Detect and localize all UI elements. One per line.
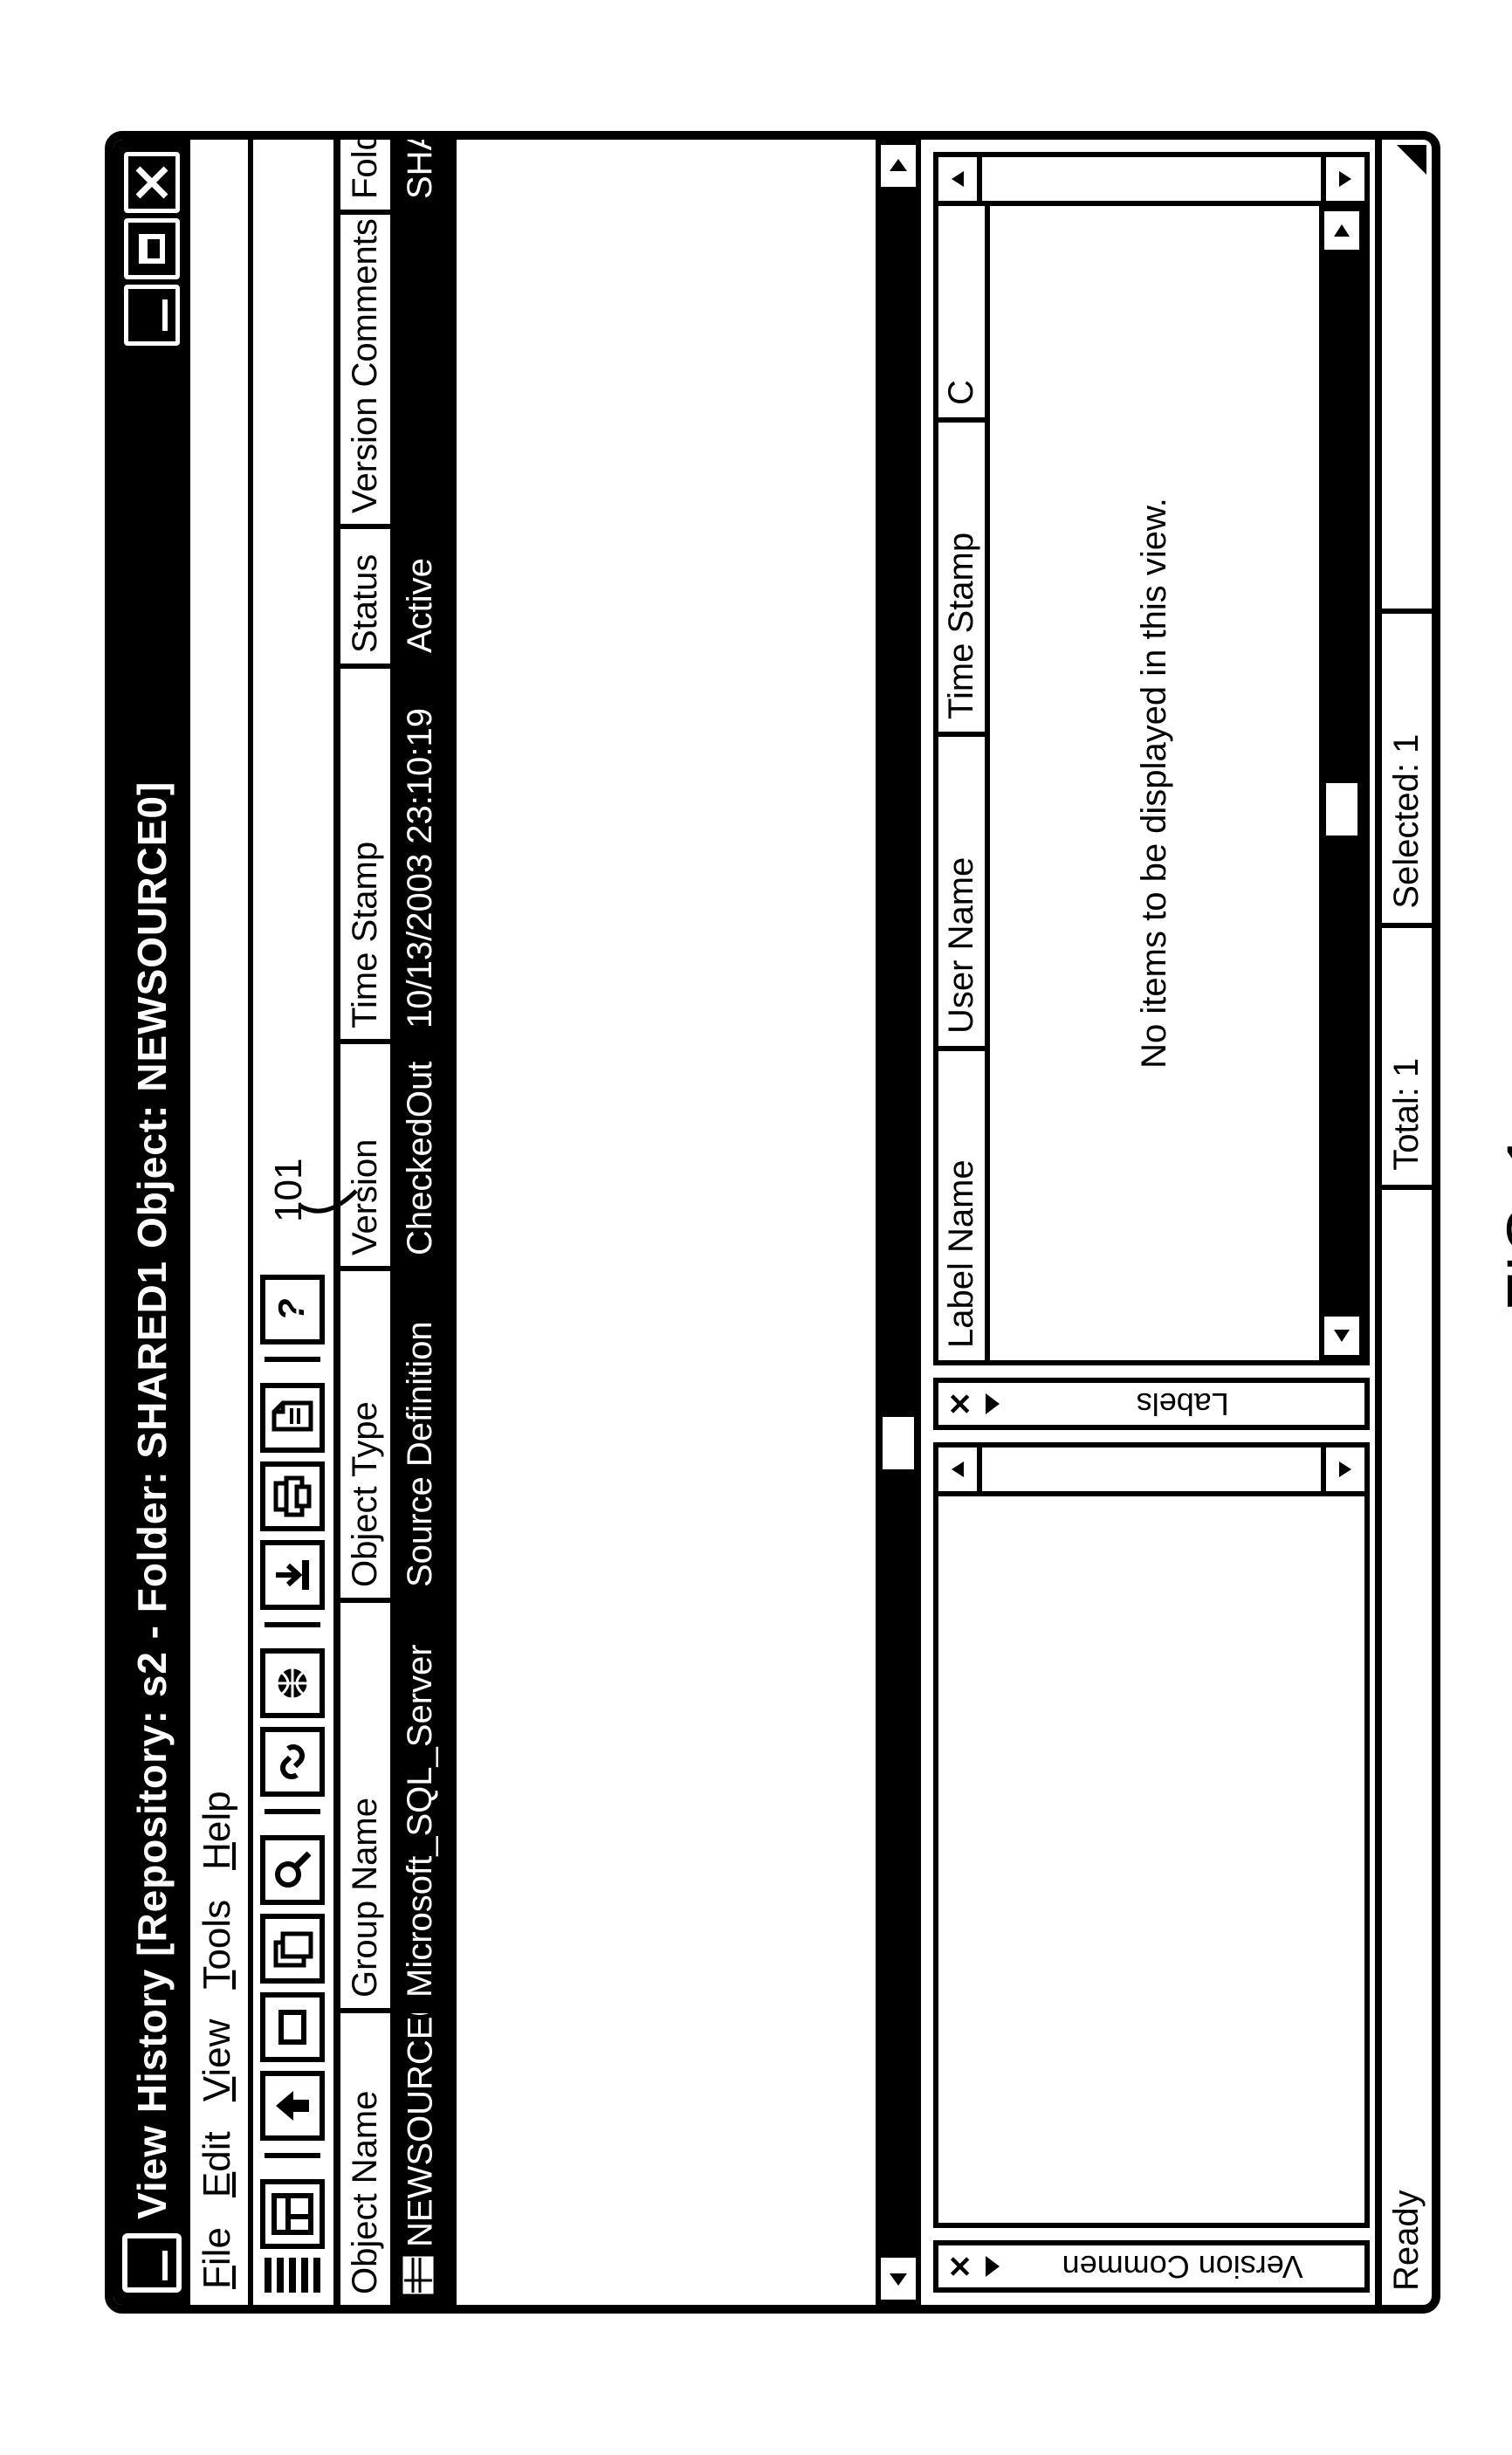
toolbar-separator	[265, 1357, 320, 1362]
toolbar-separator	[265, 1809, 320, 1814]
labels-pane: Label Name User Name Time Stamp C No ite…	[933, 152, 1370, 1365]
tab-label: Labels	[1007, 1386, 1359, 1422]
scroll-down-icon[interactable]	[1321, 157, 1364, 201]
resize-grip-icon[interactable]	[1382, 140, 1432, 192]
status-blank	[1382, 192, 1432, 609]
version-comments-pane	[933, 1442, 1370, 2228]
scroll-up-icon[interactable]	[938, 1448, 982, 1491]
col-time-stamp[interactable]: Time Stamp	[938, 417, 985, 732]
scroll-left-icon[interactable]	[1319, 1311, 1364, 1360]
figure-label: FIG. 1	[1493, 131, 1512, 2314]
table-hscrollbar[interactable]	[876, 140, 921, 2305]
menu-tools[interactable]: Tools	[196, 1900, 239, 1990]
maximize-button[interactable]	[124, 218, 180, 279]
status-ready: Ready	[1382, 1185, 1432, 2305]
page-button[interactable]	[260, 1383, 325, 1453]
labels-header-row: Label Name User Name Time Stamp C	[938, 206, 990, 1360]
status-bar: Ready Total: 1 Selected: 1	[1375, 140, 1432, 2305]
app-window: View History [Repository: s2 - Folder: S…	[105, 131, 1440, 2314]
scroll-up-icon[interactable]	[938, 157, 982, 201]
cell-status: Active	[395, 524, 450, 664]
svg-text:?: ?	[271, 1298, 312, 1321]
chevron-down-icon[interactable]	[986, 1393, 1000, 1414]
chevron-down-icon[interactable]	[986, 2256, 1000, 2277]
cell-object-type: Source Definition	[395, 1266, 450, 1598]
cell-folder-name: SHARED1	[395, 131, 450, 210]
scroll-down-icon[interactable]	[1321, 1448, 1364, 1491]
toolbar-separator	[265, 2153, 320, 2158]
source-icon	[401, 2256, 444, 2294]
scroll-track[interactable]	[876, 192, 921, 2252]
link-button[interactable]	[260, 1727, 325, 1797]
col-c[interactable]: C	[938, 206, 985, 417]
cell-time-stamp: 10/13/2003 23:10:19	[395, 664, 450, 1039]
col-folder-name[interactable]: Folder Name	[340, 131, 395, 210]
menu-view[interactable]: View	[196, 2019, 239, 2102]
menu-file[interactable]: File	[196, 2227, 239, 2289]
callout-label: 101	[267, 1159, 311, 1222]
scroll-right-icon[interactable]	[1319, 206, 1364, 255]
rect-button[interactable]	[260, 1992, 325, 2062]
col-user-name[interactable]: User Name	[938, 732, 985, 1046]
col-object-type[interactable]: Object Type	[340, 1266, 395, 1598]
col-object-name[interactable]: Object Name	[340, 2008, 395, 2305]
toolbar-separator	[265, 1622, 320, 1627]
version-comments-tab[interactable]: ✕ Version Commen	[933, 2240, 1370, 2293]
download-button[interactable]	[260, 1540, 325, 1610]
version-comments-body	[938, 1496, 1364, 2223]
status-selected: Selected: 1	[1382, 609, 1432, 923]
col-label-name[interactable]: Label Name	[938, 1046, 985, 1360]
up-button[interactable]	[260, 2071, 325, 2141]
close-button[interactable]	[124, 152, 180, 213]
menu-edit[interactable]: Edit	[196, 2131, 239, 2197]
scroll-left-icon[interactable]	[876, 2252, 921, 2305]
layout-button[interactable]	[260, 2179, 325, 2249]
print-button[interactable]	[260, 1461, 325, 1531]
toolbar-grip-icon	[265, 2258, 320, 2293]
labels-tab[interactable]: ✕ Labels	[933, 1378, 1370, 1430]
col-version-comments[interactable]: Version Comments	[340, 210, 395, 524]
menu-bar: File Edit View Tools Help	[190, 140, 253, 2305]
help-button[interactable]: ?	[260, 1275, 325, 1344]
window-title: View History [Repository: s2 - Folder: S…	[113, 356, 190, 2219]
search-button[interactable]	[260, 1835, 325, 1905]
app-icon	[122, 2233, 182, 2293]
labels-hscrollbar[interactable]	[1319, 206, 1364, 1360]
minimize-button[interactable]	[124, 285, 180, 346]
table-row[interactable]: NEWSOURCE0 Microsoft_SQL_Server Source D…	[395, 140, 450, 2305]
globe-button[interactable]	[260, 1648, 325, 1718]
cell-version-comments	[395, 210, 450, 524]
pane-vscrollbar[interactable]	[938, 157, 1364, 206]
scroll-thumb[interactable]	[883, 1417, 914, 1469]
bottom-region: ✕ Version Commen	[921, 140, 1375, 2305]
cell-group-name: Microsoft_SQL_Server	[395, 1598, 450, 2008]
close-icon[interactable]: ✕	[944, 2254, 979, 2280]
title-bar: View History [Repository: s2 - Folder: S…	[113, 140, 190, 2305]
col-group-name[interactable]: Group Name	[340, 1598, 395, 2008]
cell-version: CheckedOut	[395, 1039, 450, 1266]
tab-label: Version Commen	[1007, 2248, 1359, 2285]
menu-help[interactable]: Help	[196, 1791, 239, 1870]
status-total: Total: 1	[1382, 923, 1432, 1185]
stack-button[interactable]	[260, 1914, 325, 1984]
cell-object-name: NEWSOURCE0	[395, 2008, 450, 2305]
labels-empty-message: No items to be displayed in this view.	[990, 206, 1319, 1360]
scroll-right-icon[interactable]	[876, 140, 921, 192]
pane-vscrollbar[interactable]	[938, 1448, 1364, 1496]
col-version[interactable]: Version	[340, 1039, 395, 1266]
close-icon[interactable]: ✕	[944, 1392, 979, 1417]
col-time-stamp[interactable]: Time Stamp	[340, 664, 395, 1039]
col-status[interactable]: Status	[340, 524, 395, 664]
